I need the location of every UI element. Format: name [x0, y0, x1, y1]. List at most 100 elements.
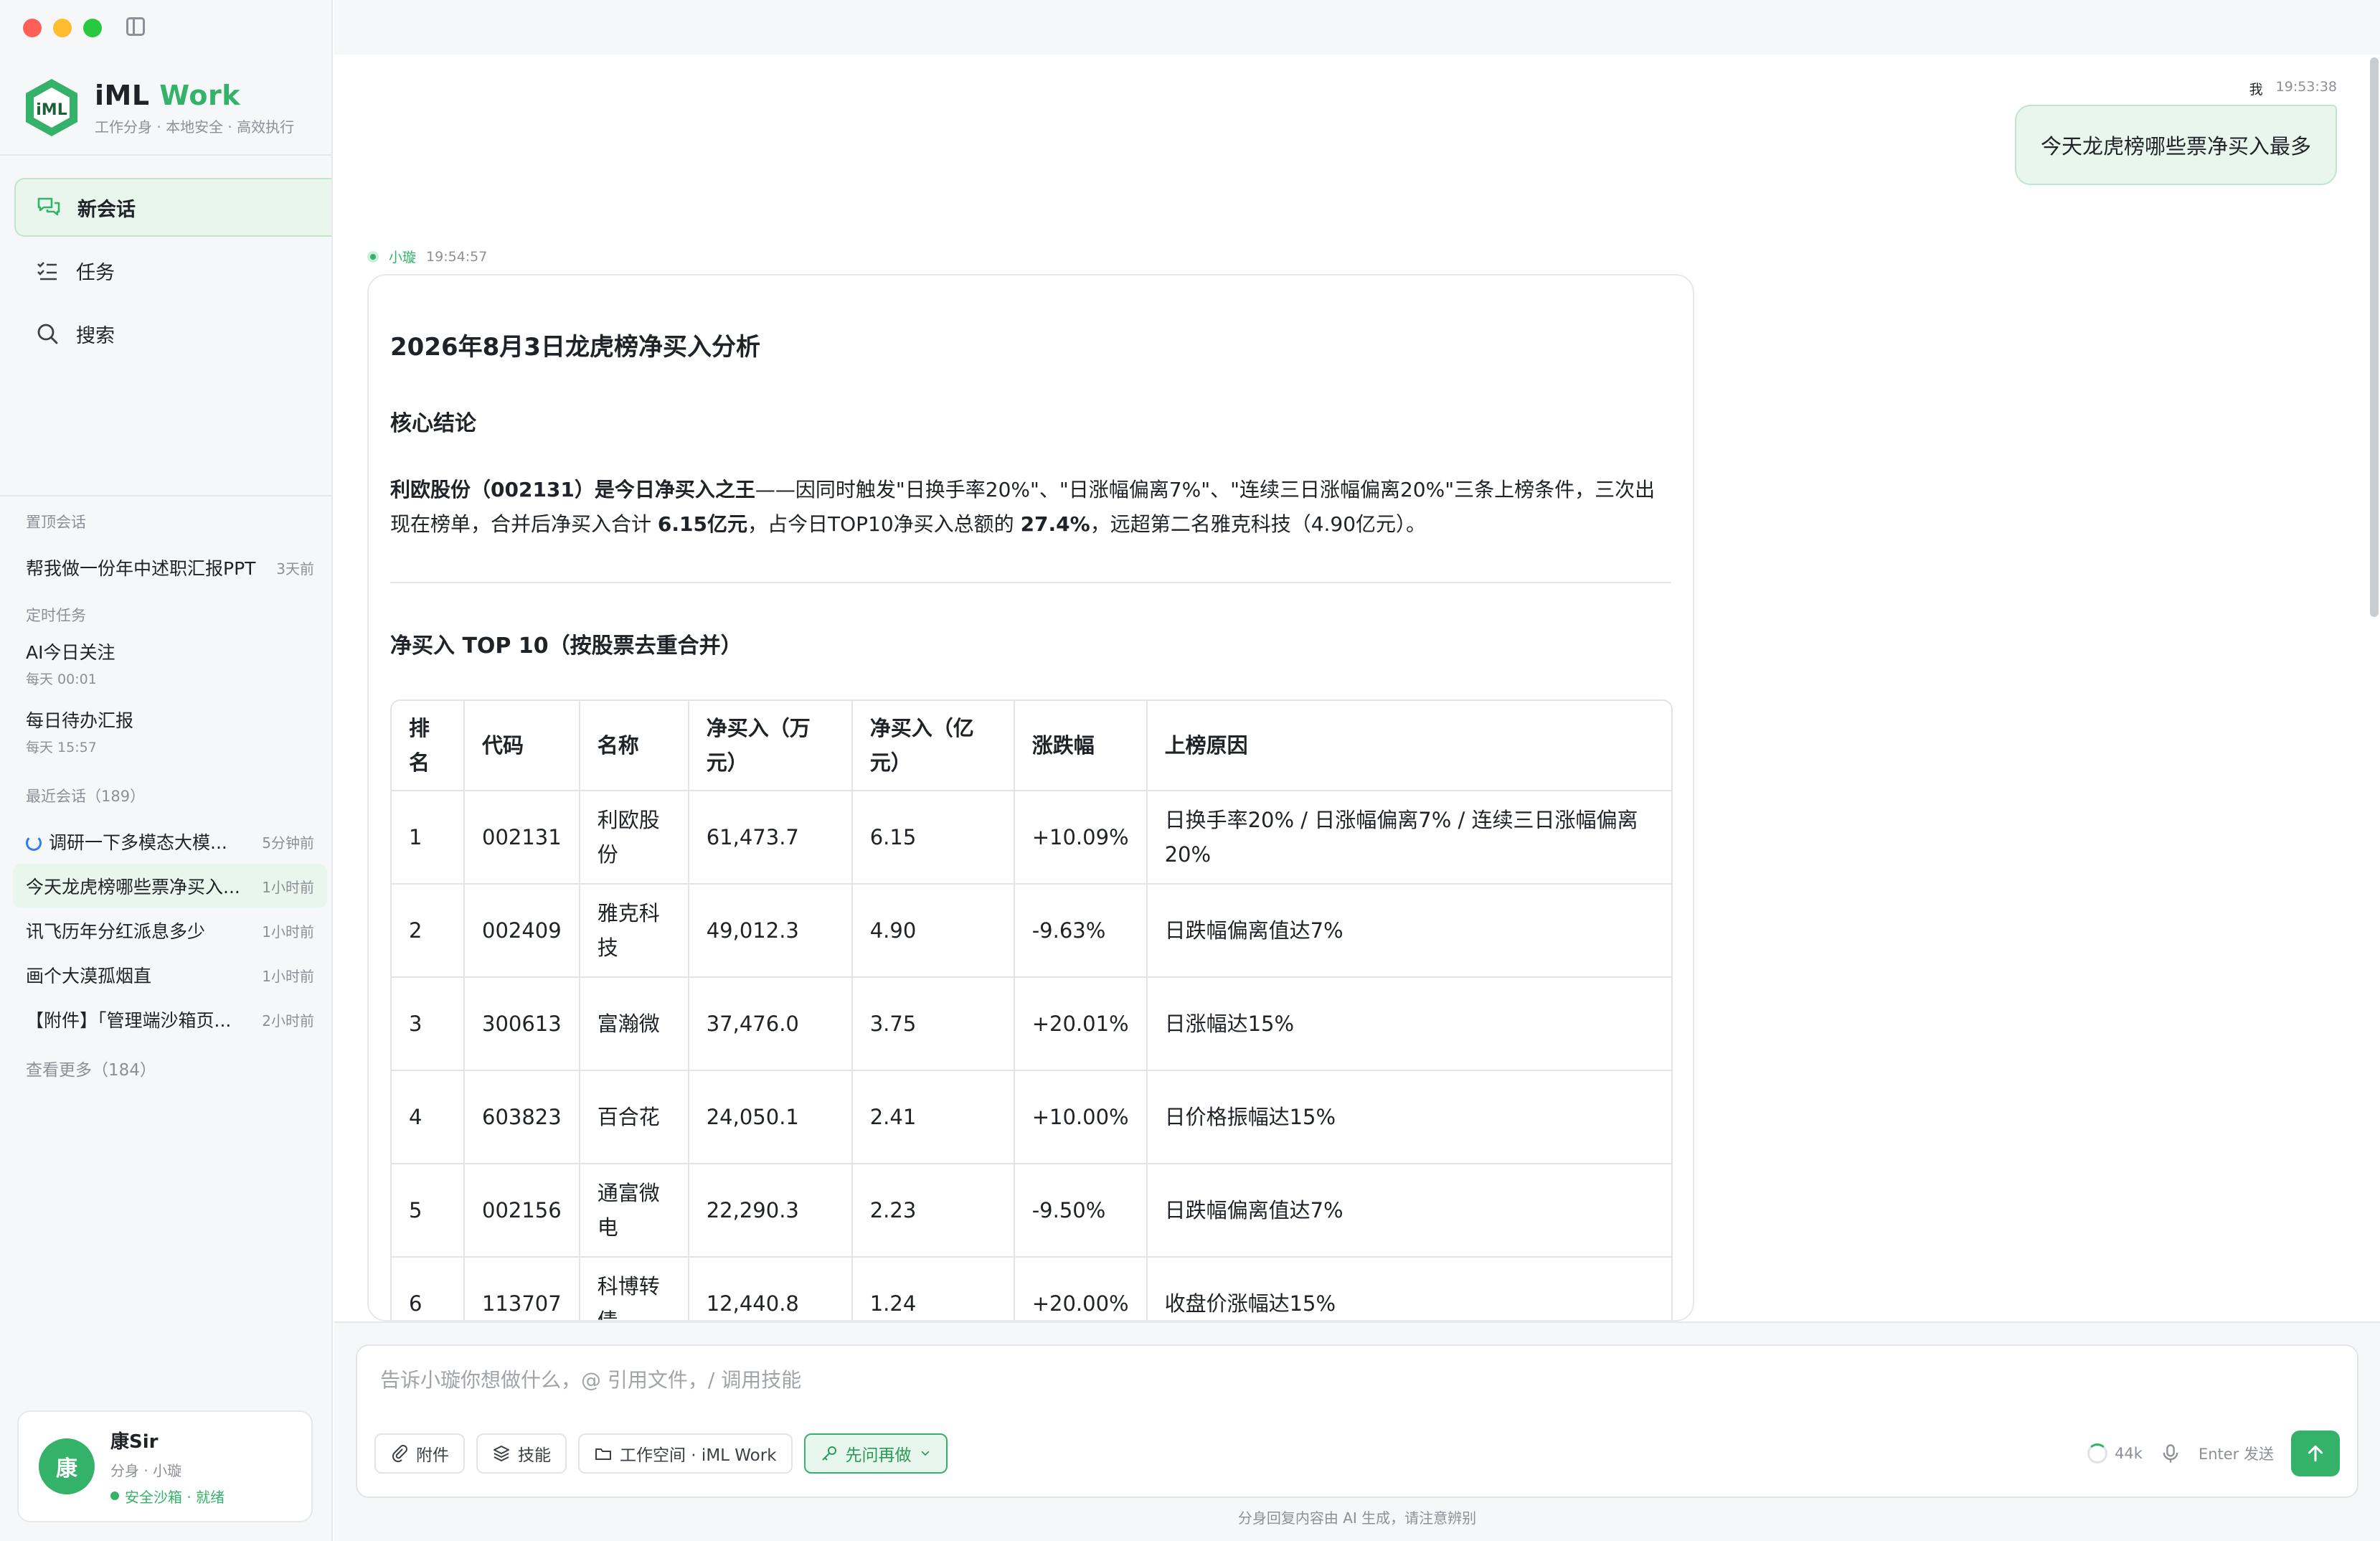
table-cell: 37,476.0 — [689, 978, 853, 1071]
scrollbar[interactable] — [2370, 57, 2379, 617]
table-header-row: 排名 代码 名称 净买入（万元） 净买入（亿元） 涨跌幅 上榜原因 — [392, 701, 1671, 791]
assistant-name: 小璇 — [389, 250, 417, 265]
table-cell: +20.01% — [1014, 978, 1148, 1071]
nav-new-chat[interactable]: 新会话 — [14, 178, 331, 237]
send-hint: Enter 发送 — [2198, 1446, 2274, 1463]
status-text: 安全沙箱 · 就绪 — [125, 1488, 225, 1506]
composer-toolbar: 附件 技能 工作空间 · iML Work 先问再做 — [374, 1433, 948, 1474]
folder-icon — [595, 1448, 611, 1460]
nav-tasks[interactable]: 任务 — [14, 241, 331, 300]
recent-conversation[interactable]: 调研一下多模态大模... 5分钟前 — [26, 819, 314, 864]
user-name: 康Sir — [110, 1431, 159, 1453]
nav-search[interactable]: 搜索 — [14, 304, 331, 363]
table-cell: 通富微电 — [580, 1164, 689, 1258]
brand-name: iML Work — [95, 79, 240, 111]
user-role: 分身 · 小璇 — [110, 1461, 182, 1479]
table-cell: 富瀚微 — [580, 978, 689, 1071]
column-header: 代码 — [465, 701, 580, 791]
table-cell: 日跌幅偏离值达7% — [1147, 1164, 1671, 1258]
conversation-time: 1小时前 — [262, 923, 314, 941]
section-title: 最近会话（189） — [26, 788, 146, 805]
table-row: 5 002156 通富微电 22,290.3 2.23 -9.50% 日跌幅偏离… — [392, 1164, 1671, 1258]
table-cell: 61,473.7 — [689, 791, 853, 885]
button-label: 工作空间 · iML Work — [620, 1446, 777, 1465]
workspace-button[interactable]: 工作空间 · iML Work — [578, 1433, 793, 1474]
user-card[interactable]: 康 康Sir 分身 · 小璇 安全沙箱 · 就绪 — [17, 1410, 313, 1522]
table-cell: 22,290.3 — [689, 1164, 853, 1258]
section-heading: 核心结论 — [390, 411, 476, 436]
table-cell: 1 — [392, 791, 465, 885]
section-heading: 净买入 TOP 10（按股票去重合并） — [390, 633, 742, 659]
avatar: 康 — [39, 1438, 95, 1494]
pinned-section: 置顶会话 帮我做一份年中述职汇报PPT 3天前 — [26, 511, 314, 590]
section-title: 定时任务 — [26, 607, 86, 624]
conversation-time: 2小时前 — [262, 1012, 314, 1029]
skills-button[interactable]: 技能 — [476, 1433, 567, 1474]
microphone-icon[interactable] — [2160, 1443, 2181, 1464]
recent-conversation[interactable]: 讯飞历年分红派息多少 1小时前 — [26, 908, 314, 953]
attach-button[interactable]: 附件 — [374, 1433, 465, 1474]
table-cell: 日涨幅达15% — [1147, 978, 1671, 1071]
scheduled-task[interactable]: 每日待办汇报 每天 15:57 — [26, 707, 314, 756]
conversation-title: 调研一下多模态大模... — [49, 832, 227, 853]
arrow-up-icon — [2308, 1445, 2323, 1462]
sender-name: 我 — [2249, 82, 2263, 98]
ask-first-mode-dropdown[interactable]: 先问再做 — [803, 1433, 948, 1474]
conversation-title: 帮我做一份年中述职汇报PPT — [26, 558, 256, 579]
table-cell: +10.09% — [1014, 791, 1148, 885]
recent-conversation-active[interactable]: 今天龙虎榜哪些票净买入... 1小时前 — [13, 864, 327, 908]
table-cell: 6 — [392, 1258, 465, 1320]
table-cell: +10.00% — [1014, 1071, 1148, 1164]
pinned-conversation[interactable]: 帮我做一份年中述职汇报PPT 3天前 — [26, 545, 314, 590]
table-cell: 百合花 — [580, 1071, 689, 1164]
composer-right-tools: 44k Enter 发送 — [2087, 1431, 2340, 1476]
sidebar-toggle-icon[interactable] — [126, 17, 145, 36]
button-label: 附件 — [416, 1446, 449, 1465]
table-cell: 002131 — [465, 791, 580, 885]
table-cell: 科博转债 — [580, 1258, 689, 1320]
conversation-time: 1小时前 — [262, 878, 314, 896]
scheduled-task[interactable]: AI今日关注 每天 00:01 — [26, 638, 314, 688]
table-cell: +20.00% — [1015, 1258, 1148, 1320]
paperclip-icon — [392, 1445, 407, 1463]
recent-conversation[interactable]: 【附件】「管理端沙箱页... 2小时前 — [26, 997, 314, 1042]
table-cell: 002156 — [465, 1164, 580, 1258]
search-icon — [37, 324, 58, 344]
window-controls — [23, 19, 102, 37]
table-cell: 5 — [392, 1164, 465, 1258]
section-title: 置顶会话 — [26, 514, 86, 531]
see-more-link[interactable]: 查看更多（184） — [26, 1056, 314, 1080]
user-message-meta: 我 19:53:38 — [2249, 79, 2337, 98]
task-title: 每日待办汇报 — [26, 710, 134, 731]
maximize-window-button[interactable] — [83, 19, 102, 37]
recent-conversation[interactable]: 画个大漠孤烟直 1小时前 — [26, 953, 314, 997]
task-title: AI今日关注 — [26, 642, 115, 663]
send-button[interactable] — [2291, 1431, 2340, 1476]
nav-label: 搜索 — [76, 324, 115, 347]
divider — [0, 154, 331, 156]
table-cell: 收盘价涨幅达15% — [1148, 1258, 1671, 1320]
column-header: 净买入（亿元） — [852, 701, 1015, 791]
column-header: 名称 — [580, 701, 689, 791]
table-cell: 日价格振幅达15% — [1147, 1071, 1671, 1164]
table-cell: 603823 — [465, 1071, 580, 1164]
conversation-title: 【附件】「管理端沙箱页... — [26, 1010, 232, 1031]
conversation-title: 画个大漠孤烟直 — [26, 966, 152, 986]
status-dot-icon — [110, 1491, 119, 1500]
table-row: 2 002409 雅克科技 49,012.3 4.90 -9.63% 日跌幅偏离… — [392, 885, 1671, 978]
assistant-status-icon — [367, 250, 379, 263]
table-cell: 3 — [392, 978, 465, 1071]
brand-tagline: 工作分身 · 本地安全 · 高效执行 — [95, 118, 295, 136]
table-cell: 6.15 — [852, 791, 1015, 885]
ai-disclaimer: 分身回复内容由 AI 生成，请注意辨别 — [1237, 1509, 1477, 1527]
table-cell: 2.41 — [852, 1071, 1015, 1164]
chevron-down-icon — [921, 1451, 929, 1456]
conversation-title: 今天龙虎榜哪些票净买入... — [26, 877, 240, 897]
message-input[interactable]: 告诉小璇你想做什么，@ 引用文件，/ 调用技能 — [380, 1365, 2334, 1393]
table-row: 1 002131 利欧股份 61,473.7 6.15 +10.09% 日换手率… — [392, 791, 1671, 885]
minimize-window-button[interactable] — [53, 19, 72, 37]
close-window-button[interactable] — [23, 19, 42, 37]
table-cell: 300613 — [465, 978, 580, 1071]
divider — [0, 495, 331, 496]
key-icon — [821, 1446, 836, 1461]
